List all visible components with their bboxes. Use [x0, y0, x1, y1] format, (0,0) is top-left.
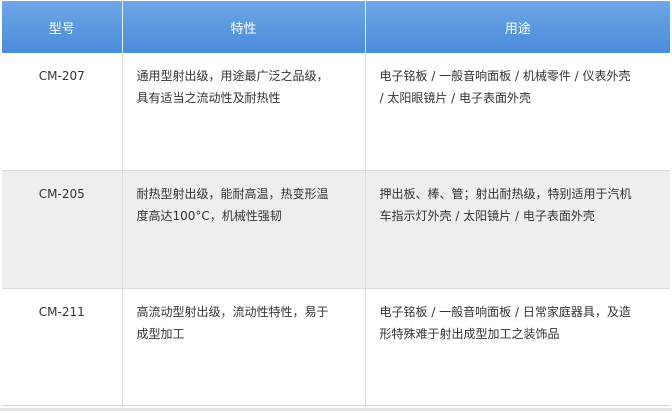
product-spec-table: 型号 特性 用途 CM-207 通用型射出级，用途最广泛之品级， 具有适当之流动… [2, 1, 670, 406]
model-text: CM-211 [38, 305, 85, 319]
header-usage: 用途 [365, 1, 670, 53]
feature-text: 耐热型射出级，能耐高温，热变形温 度高达100°C，机械性强韧 [136, 187, 329, 223]
header-model: 型号 [2, 1, 123, 53]
feature-cell: 通用型射出级，用途最广泛之品级， 具有适当之流动性及耐热性 [122, 53, 366, 171]
usage-text: 电子铭板 / 一般音响面板 / 机械零件 / 仪表外壳 / 太阳眼镜片 / 电子… [379, 69, 631, 105]
table-row: CM-207 通用型射出级，用途最广泛之品级， 具有适当之流动性及耐热性 电子铭… [2, 53, 670, 171]
table-body: CM-207 通用型射出级，用途最广泛之品级， 具有适当之流动性及耐热性 电子铭… [2, 53, 670, 406]
usage-cell: 电子铭板 / 一般音响面板 / 日常家庭器具，及造 形特殊难于射出成型加工之装饰… [365, 288, 670, 406]
table-row: CM-211 高流动型射出级，流动性特性，易于 成型加工 电子铭板 / 一般音响… [2, 288, 670, 406]
usage-cell: 押出板、棒、管；射出耐热级，特别适用于汽机 车指示灯外壳 / 太阳镜片 / 电子… [365, 170, 670, 289]
model-cell: CM-207 [2, 53, 123, 171]
header-row: 型号 特性 用途 [2, 1, 670, 53]
table-header: 型号 特性 用途 [2, 1, 670, 53]
header-feature: 特性 [122, 1, 366, 53]
usage-text: 电子铭板 / 一般音响面板 / 日常家庭器具，及造 形特殊难于射出成型加工之装饰… [379, 305, 631, 341]
page: 型号 特性 用途 CM-207 通用型射出级，用途最广泛之品级， 具有适当之流动… [0, 0, 672, 411]
feature-text: 通用型射出级，用途最广泛之品级， 具有适当之流动性及耐热性 [136, 69, 329, 105]
usage-cell: 电子铭板 / 一般音响面板 / 机械零件 / 仪表外壳 / 太阳眼镜片 / 电子… [365, 53, 670, 171]
feature-text: 高流动型射出级，流动性特性，易于 成型加工 [136, 305, 329, 341]
model-text: CM-205 [38, 187, 85, 201]
model-cell: CM-205 [2, 170, 123, 289]
feature-cell: 高流动型射出级，流动性特性，易于 成型加工 [122, 288, 366, 406]
feature-cell: 耐热型射出级，能耐高温，热变形温 度高达100°C，机械性强韧 [122, 170, 366, 289]
model-text: CM-207 [38, 69, 85, 83]
table-row: CM-205 耐热型射出级，能耐高温，热变形温 度高达100°C，机械性强韧 押… [2, 170, 670, 289]
model-cell: CM-211 [2, 288, 123, 406]
usage-text: 押出板、棒、管；射出耐热级，特别适用于汽机 车指示灯外壳 / 太阳镜片 / 电子… [379, 187, 632, 223]
